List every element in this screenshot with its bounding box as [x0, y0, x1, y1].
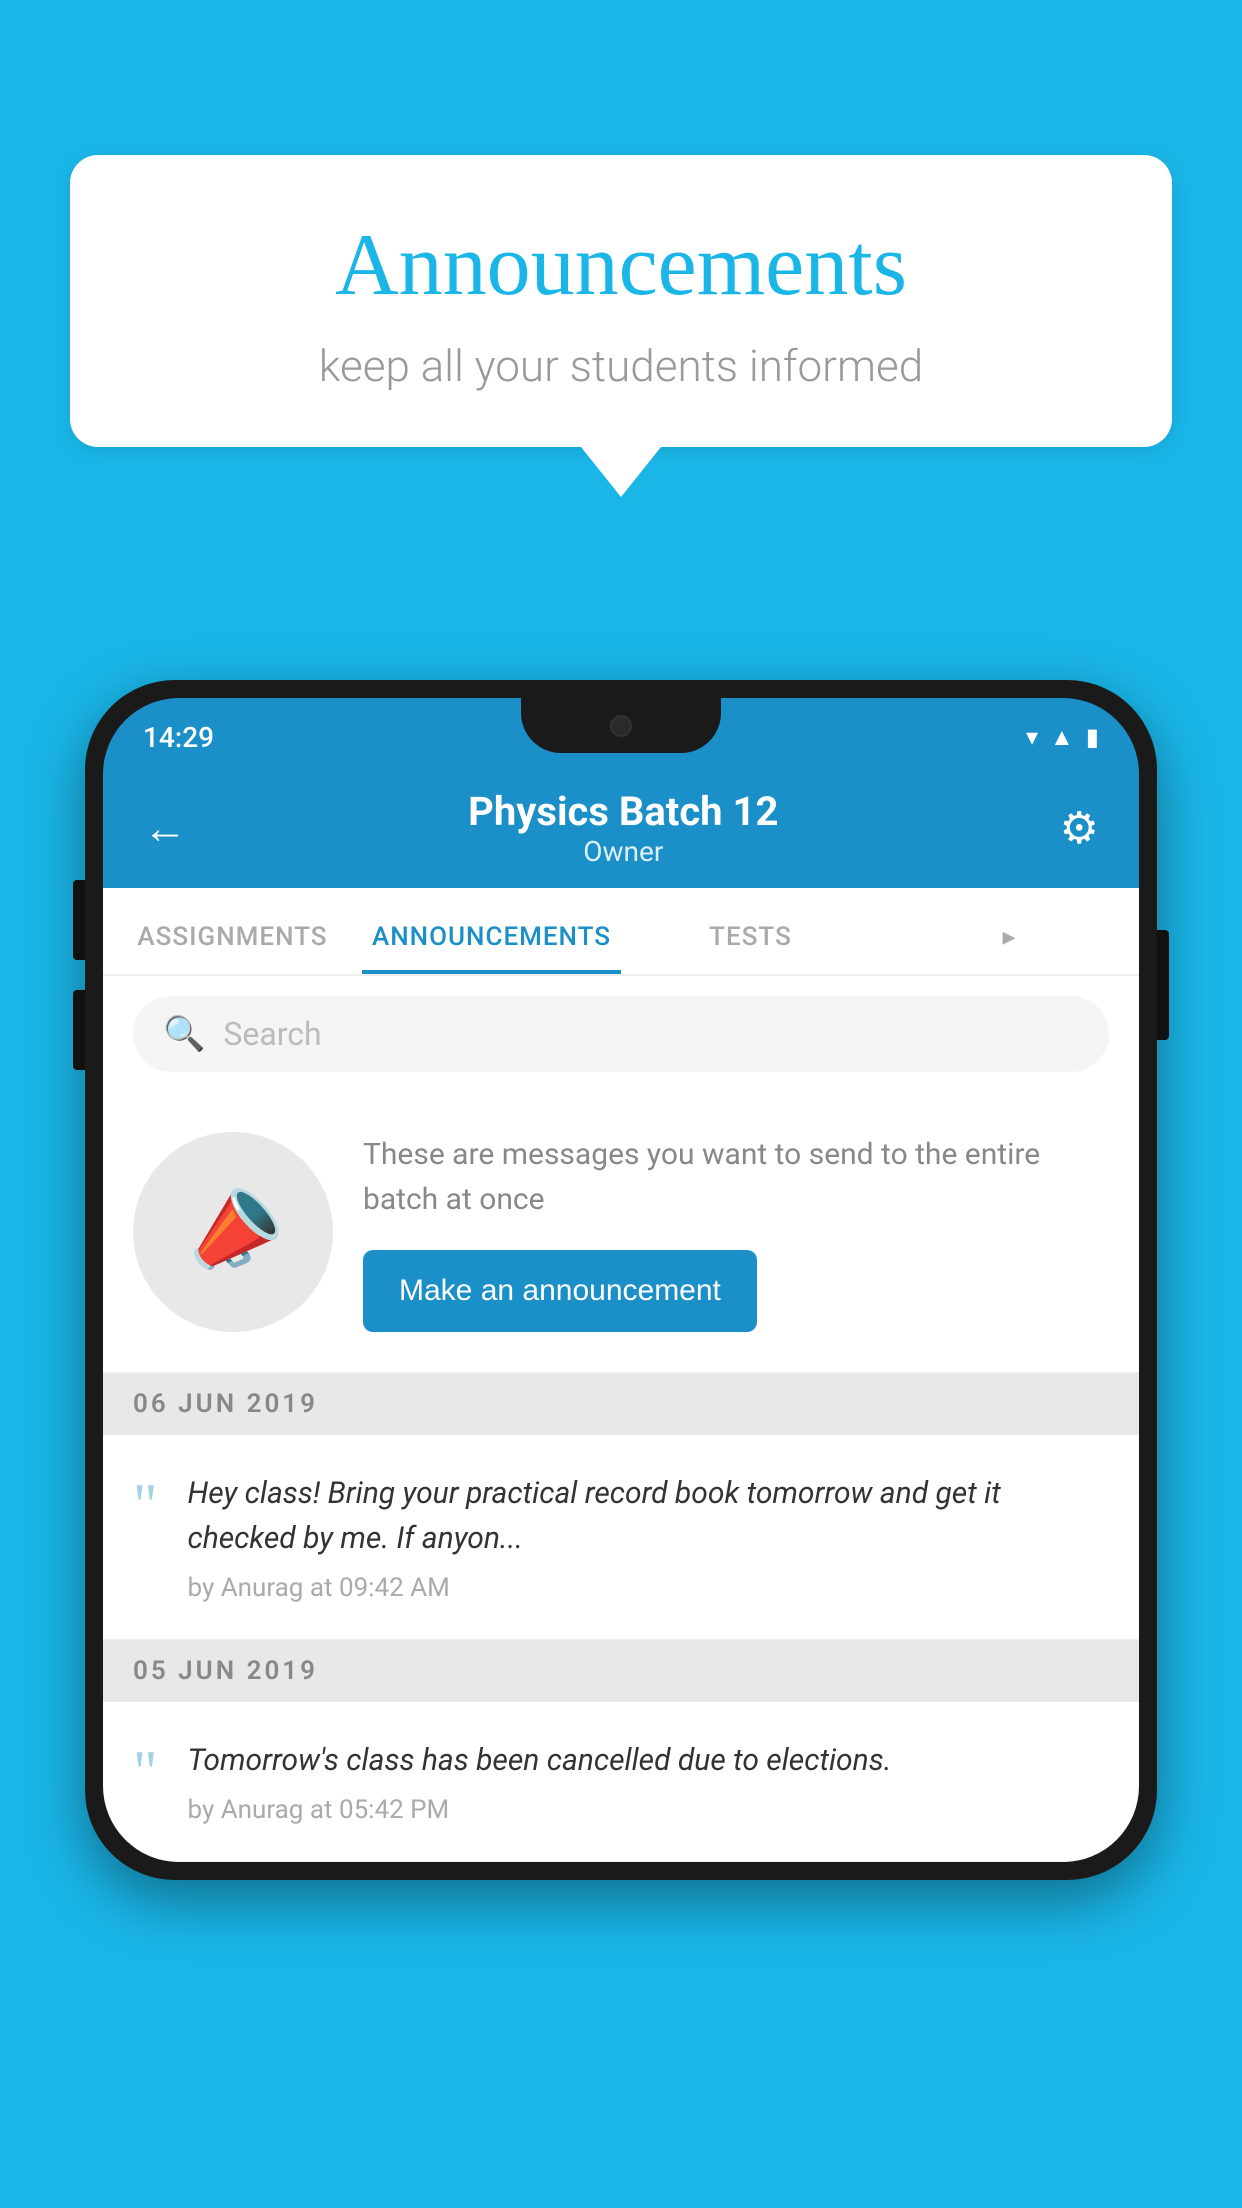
signal-icon: ▲ [1050, 723, 1074, 752]
make-announcement-button[interactable]: Make an announcement [363, 1250, 757, 1332]
bubble-subtitle: keep all your students informed [150, 340, 1092, 392]
megaphone-icon: 📣 [170, 1171, 296, 1293]
tab-tests[interactable]: TESTS [621, 922, 880, 974]
search-input-wrap[interactable]: 🔍 Search [133, 996, 1109, 1072]
announcement-item-2[interactable]: " Tomorrow's class has been cancelled du… [103, 1702, 1139, 1862]
battery-icon: ▮ [1086, 723, 1099, 751]
announcement-meta-2: by Anurag at 05:42 PM [188, 1795, 1110, 1825]
search-placeholder: Search [223, 1015, 321, 1053]
tab-announcements[interactable]: ANNOUNCEMENTS [362, 922, 621, 974]
date-divider-1: 06 JUN 2019 [103, 1373, 1139, 1435]
announcement-text-2: Tomorrow's class has been cancelled due … [188, 1738, 1110, 1783]
bubble-arrow [581, 447, 661, 497]
quote-icon-1: " [133, 1475, 158, 1535]
header-subtitle: Owner [468, 835, 778, 868]
app-header: ← Physics Batch 12 Owner ⚙ [103, 768, 1139, 888]
promo-content: These are messages you want to send to t… [363, 1132, 1109, 1332]
phone-notch [521, 698, 721, 753]
promo-icon-circle: 📣 [133, 1132, 333, 1332]
speech-bubble: Announcements keep all your students inf… [70, 155, 1172, 447]
search-icon: 🔍 [163, 1014, 205, 1054]
search-bar: 🔍 Search [103, 976, 1139, 1092]
promo-section: 📣 These are messages you want to send to… [103, 1092, 1139, 1373]
announcement-text-1: Hey class! Bring your practical record b… [188, 1471, 1110, 1561]
quote-icon-2: " [133, 1742, 158, 1802]
tab-more[interactable]: ▸ [880, 922, 1139, 974]
header-center: Physics Batch 12 Owner [468, 788, 778, 868]
status-time: 14:29 [143, 721, 214, 754]
speech-bubble-container: Announcements keep all your students inf… [70, 155, 1172, 497]
announcement-meta-1: by Anurag at 09:42 AM [188, 1573, 1110, 1603]
front-camera [610, 715, 632, 737]
phone-mockup: 14:29 ▾ ▲ ▮ ← Physics Batch 12 Owner ⚙ A… [85, 680, 1157, 1880]
volume-down-button [73, 990, 85, 1070]
promo-description: These are messages you want to send to t… [363, 1132, 1109, 1222]
tabs-bar: ASSIGNMENTS ANNOUNCEMENTS TESTS ▸ [103, 888, 1139, 976]
header-title: Physics Batch 12 [468, 788, 778, 835]
announcement-content-1: Hey class! Bring your practical record b… [188, 1471, 1110, 1603]
wifi-icon: ▾ [1026, 723, 1038, 751]
announcement-content-2: Tomorrow's class has been cancelled due … [188, 1738, 1110, 1825]
bubble-title: Announcements [150, 215, 1092, 316]
announcement-item-1[interactable]: " Hey class! Bring your practical record… [103, 1435, 1139, 1640]
date-divider-2: 05 JUN 2019 [103, 1640, 1139, 1702]
tab-assignments[interactable]: ASSIGNMENTS [103, 922, 362, 974]
phone-screen: 14:29 ▾ ▲ ▮ ← Physics Batch 12 Owner ⚙ A… [103, 698, 1139, 1862]
back-button[interactable]: ← [143, 802, 187, 854]
settings-icon[interactable]: ⚙ [1060, 802, 1099, 854]
power-button [1157, 930, 1169, 1040]
volume-up-button [73, 880, 85, 960]
status-icons: ▾ ▲ ▮ [1026, 723, 1099, 752]
